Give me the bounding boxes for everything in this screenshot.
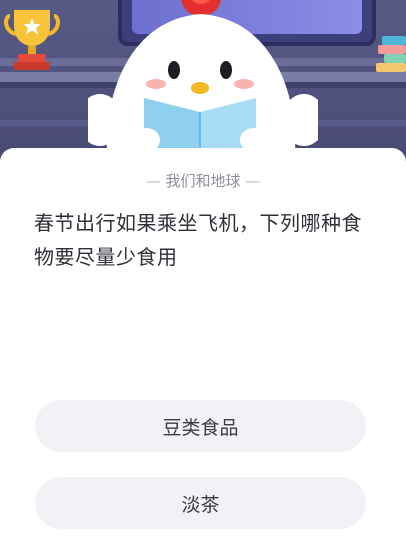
- category-text: 我们和地球: [165, 172, 241, 190]
- category-label: — 我们和地球 —: [145, 172, 261, 190]
- trophy-icon: [4, 10, 60, 70]
- answer-option-1[interactable]: 豆类食品: [35, 400, 366, 452]
- book-stack-icon: [376, 36, 406, 72]
- question-card: — 我们和地球 — 春节出行如果乘坐飞机，下列哪种食物要尽量少食用 豆类食品 淡…: [0, 148, 406, 536]
- question-text: 春节出行如果乘坐飞机，下列哪种食物要尽量少食用: [34, 211, 362, 269]
- answer-option-2[interactable]: 淡茶: [35, 477, 366, 529]
